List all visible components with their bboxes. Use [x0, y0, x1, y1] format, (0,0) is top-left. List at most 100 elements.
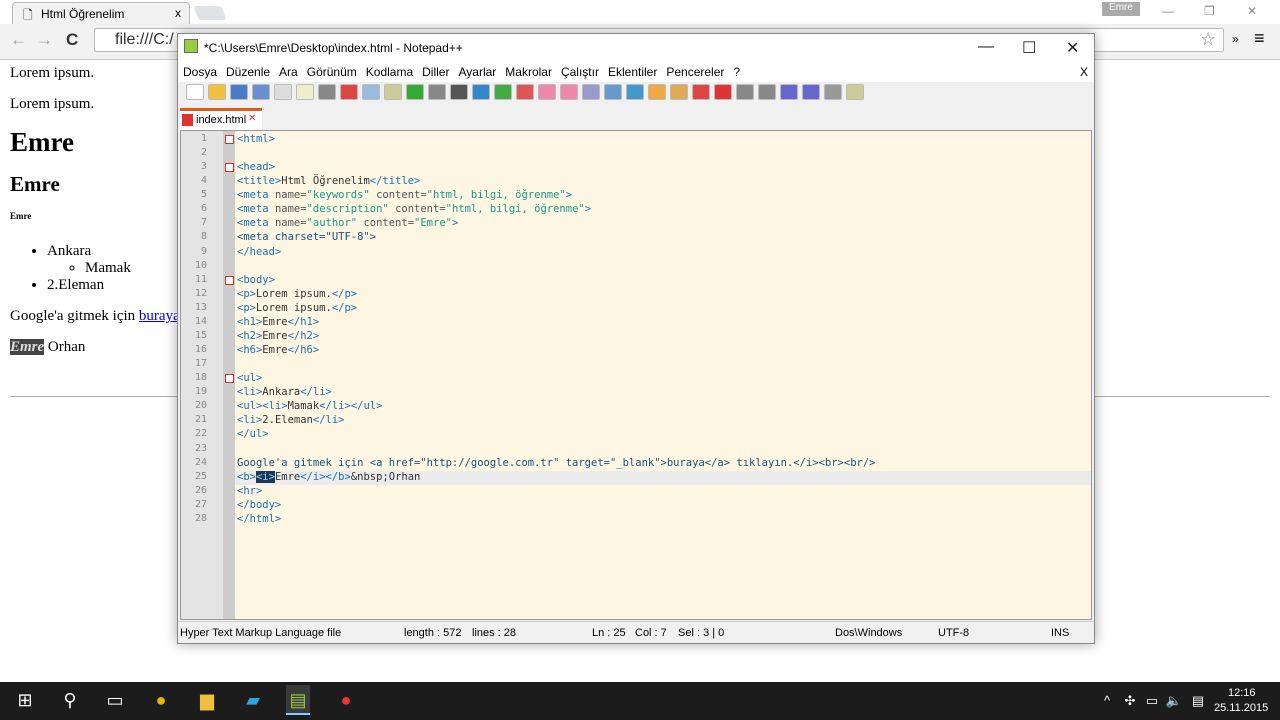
- new-tab-button[interactable]: [193, 6, 227, 20]
- tab-close-button[interactable]: x: [175, 6, 181, 20]
- toolbar-button-icon[interactable]: [560, 84, 578, 100]
- code-line[interactable]: <ul><li>Mamak</li></ul>: [237, 400, 382, 412]
- close-document-button[interactable]: X: [1080, 65, 1088, 79]
- clock-date[interactable]: 25.11.2015: [1214, 702, 1268, 714]
- maximize-button[interactable]: ☐: [1022, 38, 1036, 58]
- toolbar-button-icon[interactable]: [274, 84, 292, 100]
- chrome-taskbar-icon[interactable]: ●: [334, 690, 358, 711]
- toolbar-button-icon[interactable]: [604, 84, 622, 100]
- code-line[interactable]: <hr>: [237, 485, 262, 497]
- toolbar-button-icon[interactable]: [802, 84, 820, 100]
- notepadpp-taskbar-icon[interactable]: ▤: [286, 685, 310, 715]
- toolbar-button-icon[interactable]: [736, 84, 754, 100]
- search-icon[interactable]: ⚲: [58, 690, 82, 711]
- minimize-button[interactable]: —: [1162, 4, 1174, 18]
- menu-grnm[interactable]: Görünüm: [302, 62, 361, 79]
- toolbar-button-icon[interactable]: [208, 84, 226, 100]
- google-link[interactable]: buraya: [139, 308, 180, 324]
- toolbar-button-icon[interactable]: [318, 84, 336, 100]
- code-line[interactable]: <meta name="keywords" content="html, bil…: [237, 189, 572, 201]
- code-line[interactable]: <b><i>Emre</i></b>&nbsp;Orhan: [237, 470, 420, 483]
- dropbox-icon[interactable]: ✣: [1118, 693, 1142, 709]
- code-line[interactable]: <li>2.Eleman</li>: [237, 414, 344, 426]
- toolbar-button-icon[interactable]: [428, 84, 446, 100]
- toolbar-button-icon[interactable]: [582, 84, 600, 100]
- forward-button[interactable]: →: [36, 30, 53, 50]
- toolbar-button-icon[interactable]: [252, 84, 270, 100]
- menu-icon[interactable]: ≡: [1254, 28, 1265, 49]
- toolbar-button-icon[interactable]: [824, 84, 842, 100]
- code-editor[interactable]: 1 <html> 2 3 <head> 4 <title>Html Öğrenelim</t…: [180, 130, 1092, 620]
- chrome-icon[interactable]: ●: [149, 690, 173, 711]
- code-line[interactable]: <meta name="description" content="html, …: [237, 203, 591, 215]
- toolbar-button-icon[interactable]: [230, 84, 248, 100]
- fold-toggle-icon[interactable]: [225, 275, 234, 285]
- toolbar-button-icon[interactable]: [362, 84, 380, 100]
- volume-icon[interactable]: 🔈: [1162, 693, 1186, 709]
- browser-tab[interactable]: 🗋 Html Öğrenelim x: [12, 2, 190, 24]
- code-line[interactable]: </ul>: [237, 428, 269, 440]
- toolbar-button-icon[interactable]: [538, 84, 556, 100]
- code-line[interactable]: Google'a gitmek için <a href="http://goo…: [237, 457, 875, 469]
- code-line[interactable]: <h1>Emre</h1>: [237, 316, 319, 328]
- menu-pencereler[interactable]: Pencereler: [661, 62, 728, 79]
- code-line[interactable]: <li>Ankara</li>: [237, 386, 332, 398]
- close-button[interactable]: ✕: [1066, 38, 1079, 58]
- code-line[interactable]: <meta name="author" content="Emre">: [237, 217, 458, 229]
- code-line[interactable]: <body>: [237, 274, 275, 286]
- tab-close-icon[interactable]: ✕: [248, 113, 256, 124]
- toolbar-button-icon[interactable]: [780, 84, 798, 100]
- menu-ara[interactable]: Ara: [274, 62, 302, 79]
- toolbar-button-icon[interactable]: [648, 84, 666, 100]
- code-line[interactable]: <meta charset="UTF-8">: [237, 231, 376, 243]
- task-view-icon[interactable]: ▭: [103, 690, 127, 711]
- code-line[interactable]: <ul>: [237, 372, 262, 384]
- user-badge[interactable]: Emre: [1102, 2, 1140, 16]
- toolbar-button-icon[interactable]: [846, 84, 864, 100]
- menu-diller[interactable]: Diller: [417, 62, 453, 79]
- extensions-overflow[interactable]: »: [1232, 32, 1239, 46]
- toolbar-button-icon[interactable]: [340, 84, 358, 100]
- notifications-icon[interactable]: ▤: [1186, 693, 1210, 709]
- tray-chevron-icon[interactable]: ^: [1095, 693, 1119, 708]
- toolbar-button-icon[interactable]: [626, 84, 644, 100]
- code-line[interactable]: <p>Lorem ipsum.</p>: [237, 288, 357, 300]
- clock-time[interactable]: 12:16: [1228, 687, 1256, 699]
- menu-ayarlar[interactable]: Ayarlar: [453, 62, 500, 79]
- code-line[interactable]: </html>: [237, 513, 281, 525]
- toolbar-button-icon[interactable]: [670, 84, 688, 100]
- menu-eklentiler[interactable]: Eklentiler: [603, 62, 661, 79]
- fold-toggle-icon[interactable]: [225, 163, 234, 173]
- code-line[interactable]: </body>: [237, 499, 281, 511]
- menu-kodlama[interactable]: Kodlama: [361, 62, 417, 79]
- code-line[interactable]: <h2>Emre</h2>: [237, 330, 319, 342]
- code-line[interactable]: <head>: [237, 161, 275, 173]
- restore-button[interactable]: ❐: [1204, 4, 1215, 18]
- code-line[interactable]: <p>Lorem ipsum.</p>: [237, 302, 357, 314]
- code-line[interactable]: </head>: [237, 246, 281, 258]
- bookmark-star-icon[interactable]: ☆: [1200, 29, 1216, 50]
- file-tab[interactable]: index.html ✕: [180, 108, 262, 130]
- menu-help[interactable]: ?: [728, 62, 744, 79]
- menu-makrolar[interactable]: Makrolar: [500, 62, 556, 79]
- file-explorer-icon[interactable]: ▆: [195, 690, 219, 711]
- back-button[interactable]: ←: [10, 30, 27, 50]
- code-line[interactable]: <h6>Emre</h6>: [237, 344, 319, 356]
- menu-altr[interactable]: Çalıştır: [556, 62, 603, 79]
- toolbar-button-icon[interactable]: [692, 84, 710, 100]
- toolbar-button-icon[interactable]: [384, 84, 402, 100]
- toolbar-button-icon[interactable]: [494, 84, 512, 100]
- reload-button[interactable]: C: [66, 30, 78, 50]
- toolbar-button-icon[interactable]: [186, 84, 204, 100]
- menu-dzenle[interactable]: Düzenle: [221, 62, 274, 79]
- toolbar-button-icon[interactable]: [516, 84, 534, 100]
- network-icon[interactable]: ▭: [1140, 693, 1164, 709]
- menu-dosya[interactable]: Dosya: [178, 62, 221, 79]
- toolbar-button-icon[interactable]: [758, 84, 776, 100]
- minimize-button[interactable]: —: [978, 38, 994, 56]
- code-line[interactable]: <html>: [237, 133, 275, 145]
- app-icon[interactable]: ▰: [241, 690, 265, 711]
- fold-toggle-icon[interactable]: [225, 374, 234, 384]
- start-icon[interactable]: ⊞: [13, 690, 37, 711]
- toolbar-button-icon[interactable]: [472, 84, 490, 100]
